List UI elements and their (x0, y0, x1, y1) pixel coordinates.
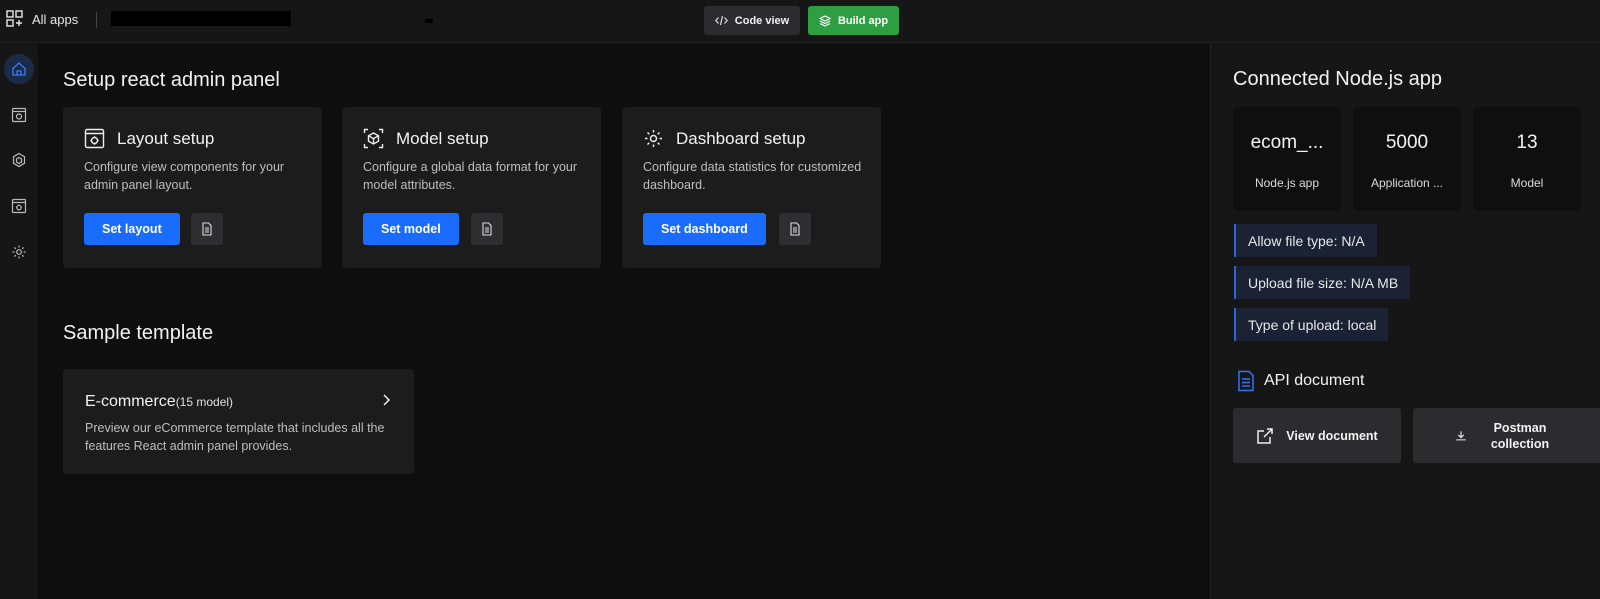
document-icon (202, 222, 212, 236)
postman-collection-button[interactable]: Postman collection (1413, 408, 1600, 463)
set-model-button[interactable]: Set model (363, 213, 459, 245)
chevron-right-icon (383, 394, 391, 406)
card-title: Dashboard setup (676, 128, 806, 148)
redacted-mark (425, 19, 433, 23)
template-title: E-commerce(15 model) (85, 393, 233, 411)
code-view-label: Code view (734, 14, 790, 27)
view-document-button[interactable]: View document (1233, 408, 1401, 463)
build-app-label: Build app (837, 14, 889, 27)
card-heading: Layout setup (84, 128, 214, 149)
upload-file-size-info: Upload file size: N/A MB (1234, 266, 1411, 299)
api-document-heading: API document (1236, 370, 1365, 392)
card-description: Configure view components for your admin… (84, 160, 285, 192)
postman-collection-label: Postman collection (1490, 420, 1550, 451)
top-bar: All apps Code view Build app (0, 0, 1600, 43)
rail-model[interactable] (4, 145, 34, 175)
layout-icon (84, 128, 105, 149)
stat-model-count: 13 Model (1473, 107, 1581, 211)
stat-node-app: ecom_... Node.js app (1233, 107, 1341, 211)
home-icon (12, 62, 26, 76)
layout-setup-card: Layout setup Configure view components f… (63, 107, 322, 268)
document-icon (790, 222, 800, 236)
dashboard-settings-icon (11, 198, 27, 214)
build-app-button[interactable]: Build app (808, 6, 899, 35)
api-document-title: API document (1264, 372, 1365, 389)
stat-value: 13 (1516, 132, 1538, 153)
api-document-icon (1238, 370, 1254, 392)
stat-value: ecom_... (1250, 132, 1324, 153)
card-heading: Dashboard setup (643, 128, 805, 149)
card-title: Layout setup (117, 128, 215, 148)
allow-file-type-info: Allow file type: N/A (1234, 224, 1377, 257)
all-apps-label: All apps (32, 11, 79, 27)
stat-application-port: 5000 Application ... (1353, 107, 1461, 211)
layers-icon (818, 14, 831, 27)
gear-icon (12, 245, 26, 259)
set-dashboard-button[interactable]: Set dashboard (643, 213, 766, 245)
template-description: Preview our eCommerce template that incl… (85, 421, 385, 453)
layout-docs-button[interactable] (191, 213, 223, 245)
apps-grid-icon (6, 10, 23, 27)
rail-home[interactable] (4, 54, 34, 84)
document-icon (482, 222, 492, 236)
rail-layout[interactable] (4, 100, 34, 130)
rail-dashboard[interactable] (4, 191, 34, 221)
card-title: Model setup (396, 128, 489, 148)
code-view-button[interactable]: Code view (704, 6, 800, 35)
model-setup-card: Model setup Configure a global data form… (342, 107, 601, 268)
model-hex-icon (12, 152, 26, 168)
view-document-label: View document (1286, 428, 1378, 443)
template-model-count: (15 model) (175, 395, 234, 409)
topbar-divider (96, 12, 97, 28)
dashboard-setup-card: Dashboard setup Configure data statistic… (622, 107, 881, 268)
ecommerce-template-card[interactable]: E-commerce(15 model) Preview our eCommer… (63, 369, 414, 474)
model-icon (363, 128, 384, 149)
code-icon (714, 15, 728, 26)
model-docs-button[interactable] (471, 213, 503, 245)
stat-label: Model (1510, 176, 1544, 190)
redacted-app-name (111, 11, 291, 26)
setup-section-title: Setup react admin panel (63, 69, 280, 91)
external-link-icon (1257, 427, 1274, 444)
set-layout-button[interactable]: Set layout (84, 213, 180, 245)
all-apps-link[interactable]: All apps (6, 10, 78, 28)
connected-title: Connected Node.js app (1233, 68, 1443, 90)
rail-settings[interactable] (4, 237, 34, 267)
stat-label: Node.js app (1254, 176, 1320, 190)
stat-label: Application ... (1370, 176, 1444, 190)
stat-value: 5000 (1385, 132, 1429, 153)
template-section-title: Sample template (63, 322, 214, 344)
download-icon (1456, 430, 1466, 440)
card-description: Configure data statistics for customized… (643, 160, 862, 192)
layout-settings-icon (11, 107, 27, 123)
left-nav-rail (0, 44, 38, 599)
upload-type-info: Type of upload: local (1234, 308, 1389, 341)
dashboard-docs-button[interactable] (779, 213, 811, 245)
template-name: E-commerce (85, 393, 176, 410)
connected-app-panel: Connected Node.js app ecom_... Node.js a… (1210, 44, 1600, 599)
card-description: Configure a global data format for your … (363, 160, 578, 192)
gear-icon (645, 130, 662, 147)
card-heading: Model setup (363, 128, 489, 149)
main-content: Setup react admin panel Layout setup Con… (38, 44, 1210, 599)
